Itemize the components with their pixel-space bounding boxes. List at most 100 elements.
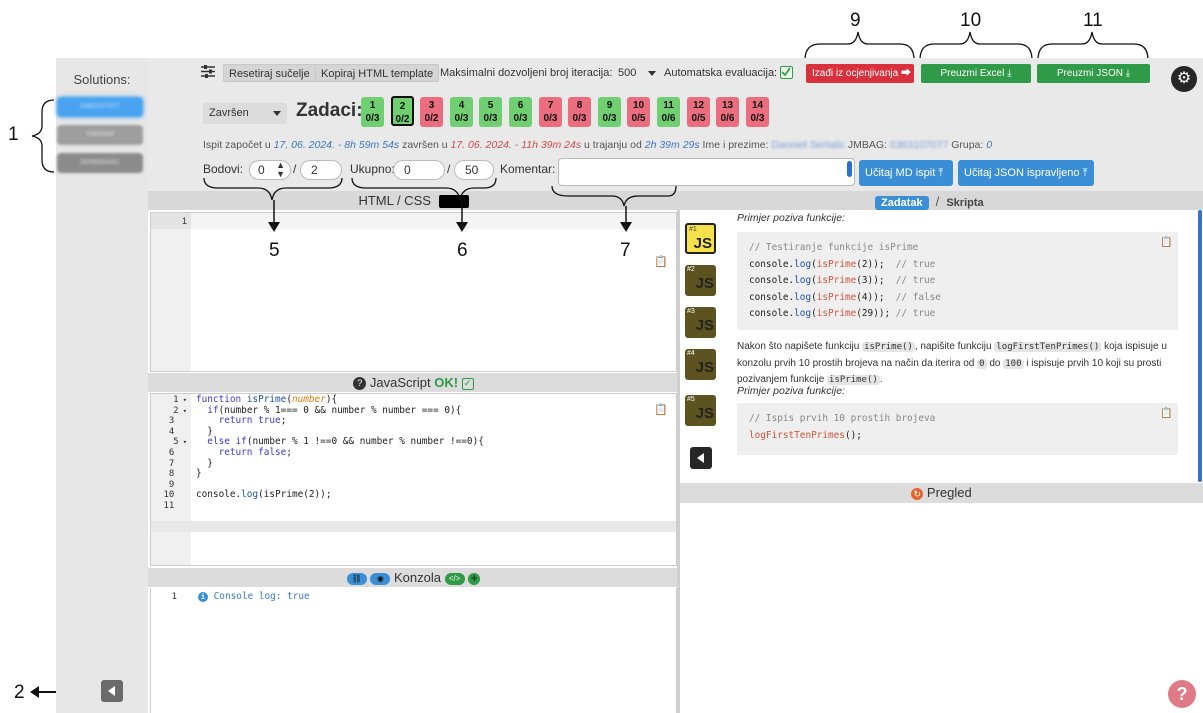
- task-button-1[interactable]: 1 0/3: [361, 97, 384, 127]
- js-line-number: 8: [151, 469, 187, 480]
- fold-arrow-icon[interactable]: ▾: [179, 396, 187, 404]
- task-button-14[interactable]: 14 0/3: [746, 97, 769, 127]
- load-json-corrected-button[interactable]: Učitaj JSON ispravljeno ⤒: [958, 160, 1094, 186]
- task-button-12[interactable]: 12 0/5: [687, 97, 710, 127]
- task-button-10[interactable]: 10 0/5: [627, 97, 650, 127]
- settings-gear-icon[interactable]: ⚙: [1171, 66, 1197, 92]
- js-line-number: 4: [151, 427, 187, 438]
- points-max-value: 2: [311, 163, 318, 177]
- scrollbar-thumb[interactable]: [847, 161, 852, 177]
- total-label: Ukupno:: [350, 162, 395, 176]
- desc-code-2: logFirstTenPrimes(): [994, 342, 1102, 352]
- clipboard-icon[interactable]: 📋: [654, 403, 668, 416]
- clipboard-icon[interactable]: 📋: [1160, 237, 1172, 248]
- task-score: 0/5: [631, 113, 646, 124]
- task-score: 0/3: [572, 113, 587, 124]
- js-line-number: 2 ▾: [151, 406, 187, 417]
- tab-zadatak[interactable]: Zadatak: [875, 196, 929, 210]
- line-number-text: 11: [163, 500, 175, 511]
- max-iterations-select[interactable]: 500: [612, 64, 660, 82]
- download-json-label: Preuzmi JSON: [1056, 68, 1123, 79]
- caret-down-icon: [273, 111, 281, 116]
- load-md-exam-button[interactable]: Učitaj MD ispit ⤒: [859, 160, 953, 186]
- task-button-4[interactable]: 4 0/3: [450, 97, 473, 127]
- collapse-sidebar-button[interactable]: [101, 680, 123, 702]
- task-button-9[interactable]: 9 0/3: [598, 97, 621, 127]
- solution-item[interactable]: 0009094341: [57, 153, 143, 173]
- upload-icon: ⤒: [938, 167, 944, 179]
- refresh-icon[interactable]: ↻: [911, 487, 924, 500]
- script-icon-5[interactable]: #5 JS: [685, 395, 716, 426]
- task-button-2[interactable]: 2 0/2: [391, 96, 414, 126]
- code-icon[interactable]: </>: [444, 572, 465, 585]
- jmbag-value: 0363107077: [889, 139, 949, 151]
- script-icon-3[interactable]: #3 JS: [685, 307, 716, 338]
- tasks-label: Zadaci:: [296, 100, 363, 121]
- crosshair-icon[interactable]: ✛: [468, 572, 481, 585]
- points-label: Bodovi:: [203, 162, 244, 176]
- task-button-5[interactable]: 5 0/3: [479, 97, 502, 127]
- task-score: 0/3: [750, 113, 765, 124]
- task-button-8[interactable]: 8 0/3: [568, 97, 591, 127]
- solution-item[interactable]: 0363107077: [57, 97, 143, 117]
- task-number: 9: [606, 100, 613, 111]
- task-number: 10: [632, 100, 645, 111]
- fold-arrow-icon[interactable]: ▾: [179, 407, 187, 415]
- check-square-icon: ✓: [461, 377, 474, 390]
- script-icon-2[interactable]: #2 JS: [685, 265, 716, 296]
- status-select-value: Završen: [209, 107, 249, 119]
- total-max-value: 50: [465, 163, 479, 177]
- js-code[interactable]: function isPrime(number){ if(number % 1=…: [196, 394, 646, 501]
- js-line-number: 10: [151, 490, 187, 501]
- download-excel-button[interactable]: Preuzmi Excel ⤓: [921, 64, 1031, 83]
- task-button-6[interactable]: 6 0/3: [509, 97, 532, 127]
- script-icon-1[interactable]: #1 JS: [685, 223, 716, 254]
- exit-grading-button[interactable]: Izađi iz ocjenjivanja ⮕: [806, 64, 914, 83]
- task-score: 0/3: [454, 113, 469, 124]
- help-button[interactable]: ?: [1168, 680, 1196, 708]
- name-value: Danniel Sertalic: [771, 139, 845, 151]
- task-button-3[interactable]: 3 0/2: [420, 97, 443, 127]
- help-circle-icon[interactable]: ?: [353, 377, 367, 391]
- auto-eval-checkbox[interactable]: [780, 66, 793, 79]
- clipboard-icon[interactable]: 📋: [1160, 408, 1172, 419]
- copy-html-template-button[interactable]: Kopiraj HTML template: [315, 64, 440, 82]
- script-icon-3-label: JS: [695, 317, 714, 334]
- eye-slash-icon[interactable]: ◉: [370, 572, 391, 585]
- desc-text-4: do: [986, 357, 1004, 369]
- script-icon-5-num: #5: [687, 396, 695, 403]
- total-value: 0: [404, 163, 411, 177]
- reset-ui-button[interactable]: Resetiraj sučelje: [223, 64, 316, 82]
- tab-skripta[interactable]: Skripta: [946, 197, 983, 209]
- group-value: 0: [986, 139, 993, 151]
- task-score: 0/5: [691, 113, 706, 124]
- task-button-11[interactable]: 11 0/6: [657, 97, 680, 127]
- task-button-13[interactable]: 13 0/6: [716, 97, 739, 127]
- line-number-text: 10: [163, 490, 175, 501]
- solution-item[interactable]: 0365088: [57, 125, 143, 145]
- annotation-9: 9: [850, 10, 861, 31]
- content-scrollbar[interactable]: [1198, 210, 1202, 482]
- script-icon-5-label: JS: [695, 405, 714, 422]
- unlink-icon[interactable]: ⛓: [346, 572, 367, 585]
- desc-code-1: isPrime(): [862, 342, 915, 352]
- console-output[interactable]: [150, 588, 677, 713]
- status-select[interactable]: Završen: [203, 103, 287, 124]
- clipboard-icon[interactable]: 📋: [654, 255, 668, 268]
- task-score: 0/3: [543, 113, 558, 124]
- preview-frame[interactable]: [680, 503, 1203, 713]
- sliders-icon[interactable]: [201, 65, 215, 78]
- desc-text-2: , napišite funkciju: [914, 341, 995, 352]
- task-score: 0/6: [661, 113, 676, 124]
- task-button-7[interactable]: 7 0/3: [539, 97, 562, 127]
- fold-arrow-icon[interactable]: ▾: [179, 438, 187, 446]
- script-icon-4[interactable]: #4 JS: [685, 349, 716, 380]
- download-json-button[interactable]: Preuzmi JSON ⤓: [1037, 64, 1150, 83]
- total-slash: /: [447, 162, 451, 176]
- collapse-scripts-button[interactable]: [690, 447, 712, 469]
